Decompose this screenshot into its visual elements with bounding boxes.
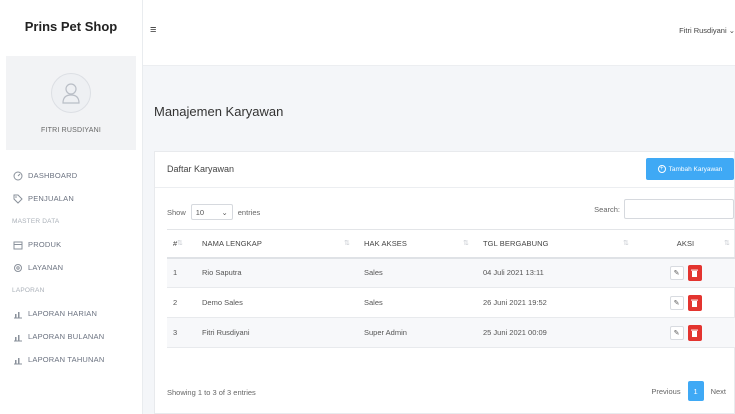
cell-nama: Demo Sales: [189, 287, 356, 318]
sort-icon: ⇅: [463, 240, 469, 247]
dashboard-icon: [12, 170, 23, 181]
sort-icon: ⇅: [177, 240, 183, 247]
previous-page-button[interactable]: Previous: [647, 387, 684, 396]
cell-nama: Rio Saputra: [189, 257, 356, 288]
sidebar-item-produk[interactable]: PRODUK: [0, 233, 142, 256]
edit-button[interactable]: ✎: [669, 265, 684, 280]
menu-toggle-icon[interactable]: ≡: [150, 24, 156, 36]
cell-no: 2: [167, 287, 189, 318]
chevron-down-icon: ⌄: [221, 207, 228, 217]
add-employee-label: Tambah Karyawan: [668, 165, 723, 173]
entries-value: 10: [195, 207, 205, 217]
pagination: Previous 1 Next: [647, 381, 730, 401]
avatar: [51, 72, 91, 113]
cell-hak-akses: Sales: [356, 287, 475, 318]
sidebar-nav: DASHBOARD PENJUALAN MASTER DATA PRODUK L…: [0, 164, 142, 371]
bar-chart-icon: [12, 308, 23, 319]
trash-icon: [691, 299, 698, 307]
sidebar: Prins Pet Shop FITRI RUSDIYANI DASHBOARD…: [0, 0, 143, 414]
plus-circle-icon: +: [657, 165, 666, 173]
sidebar-item-layanan[interactable]: LAYANAN: [0, 256, 142, 279]
column-header-aksi[interactable]: AKSI ⇅: [635, 229, 735, 259]
user-panel: FITRI RUSDIYANI: [6, 56, 136, 150]
sort-icon: ⇅: [623, 240, 629, 247]
table-row: 1 Rio Saputra Sales 04 Juli 2021 13:11 ✎: [167, 257, 735, 288]
search-control: Search:: [594, 199, 734, 219]
length-control: Show 10 ⌄ entries: [167, 204, 260, 220]
column-header-no[interactable]: # ⇅: [167, 229, 189, 259]
search-input[interactable]: [624, 199, 734, 219]
trash-icon: [691, 269, 698, 277]
box-icon: [12, 239, 23, 250]
column-header-nama[interactable]: NAMA LENGKAP ⇅: [189, 229, 356, 259]
cell-tgl-bergabung: 25 Juni 2021 00:09: [475, 317, 635, 348]
edit-button[interactable]: ✎: [669, 325, 684, 340]
cell-tgl-bergabung: 26 Juni 2021 19:52: [475, 287, 635, 318]
show-label: Show: [167, 207, 186, 217]
edit-button[interactable]: ✎: [669, 295, 684, 310]
table-info: Showing 1 to 3 of 3 entries: [167, 388, 256, 397]
nav-heading-laporan: LAPORAN: [12, 287, 45, 294]
tag-icon: [12, 193, 23, 204]
user-icon: [62, 82, 80, 104]
user-name: FITRI RUSDIYANI: [40, 126, 102, 134]
sidebar-item-laporan-tahunan[interactable]: LAPORAN TAHUNAN: [0, 348, 142, 371]
bar-chart-icon: [12, 354, 23, 365]
column-header-hak-akses[interactable]: HAK AKSES ⇅: [356, 229, 475, 259]
table-header-row: # ⇅ NAMA LENGKAP ⇅ HAK AKSES ⇅ TGL BERGABUN…: [167, 229, 735, 259]
sidebar-item-label: LAPORAN HARIAN: [28, 309, 98, 318]
delete-button[interactable]: [687, 264, 702, 281]
sidebar-item-label: LAPORAN BULANAN: [28, 332, 105, 341]
cell-nama: Fitri Rusdiyani: [189, 317, 356, 348]
brand-logo[interactable]: Prins Pet Shop: [0, 0, 142, 52]
nav-heading-master-data: MASTER DATA: [12, 218, 60, 225]
page-title: Manajemen Karyawan: [154, 104, 284, 119]
sidebar-item-label: PRODUK: [28, 240, 62, 249]
cell-no: 1: [167, 257, 189, 288]
cell-hak-akses: Sales: [356, 257, 475, 288]
search-label: Search:: [594, 204, 620, 214]
bar-chart-icon: [12, 331, 23, 342]
card-title: Daftar Karyawan: [167, 164, 235, 174]
table-row: 2 Demo Sales Sales 26 Juni 2021 19:52 ✎: [167, 287, 735, 318]
entries-select[interactable]: 10 ⌄: [190, 204, 233, 220]
employee-table: # ⇅ NAMA LENGKAP ⇅ HAK AKSES ⇅ TGL BERGABUN…: [167, 229, 735, 348]
entries-label: entries: [237, 207, 261, 217]
delete-button[interactable]: [687, 324, 702, 341]
sidebar-item-label: PENJUALAN: [28, 194, 74, 203]
sidebar-item-label: DASHBOARD: [28, 171, 78, 180]
sidebar-item-laporan-bulanan[interactable]: LAPORAN BULANAN: [0, 325, 142, 348]
sidebar-item-penjualan[interactable]: PENJUALAN: [0, 187, 142, 210]
sort-icon: ⇅: [344, 240, 350, 247]
topbar: ≡ Fitri Rusdiyani ⌄: [143, 0, 735, 66]
edit-icon: ✎: [673, 299, 680, 307]
cell-aksi: ✎: [635, 257, 735, 288]
page-1-button[interactable]: 1: [687, 381, 704, 401]
card-header: Daftar Karyawan + Tambah Karyawan: [155, 152, 734, 188]
sidebar-item-dashboard[interactable]: DASHBOARD: [0, 164, 142, 187]
cell-aksi: ✎: [635, 317, 735, 348]
cell-no: 3: [167, 317, 189, 348]
employee-card: Daftar Karyawan + Tambah Karyawan Show 1…: [154, 151, 735, 414]
edit-icon: ✎: [673, 329, 680, 337]
delete-button[interactable]: [687, 294, 702, 311]
sidebar-item-label: LAYANAN: [28, 263, 64, 272]
edit-icon: ✎: [673, 269, 680, 277]
sidebar-item-laporan-harian[interactable]: LAPORAN HARIAN: [0, 302, 142, 325]
next-page-button[interactable]: Next: [707, 387, 730, 396]
trash-icon: [691, 329, 698, 337]
table-row: 3 Fitri Rusdiyani Super Admin 25 Juni 20…: [167, 317, 735, 348]
column-header-tgl-bergabung[interactable]: TGL BERGABUNG ⇅: [475, 229, 635, 259]
sidebar-item-label: LAPORAN TAHUNAN: [28, 355, 105, 364]
cell-hak-akses: Super Admin: [356, 317, 475, 348]
settings-icon: [12, 262, 23, 273]
user-menu[interactable]: Fitri Rusdiyani ⌄: [679, 26, 735, 35]
cell-aksi: ✎: [635, 287, 735, 318]
cell-tgl-bergabung: 04 Juli 2021 13:11: [475, 257, 635, 288]
add-employee-button[interactable]: + Tambah Karyawan: [646, 158, 734, 180]
sort-icon: ⇅: [724, 240, 730, 247]
